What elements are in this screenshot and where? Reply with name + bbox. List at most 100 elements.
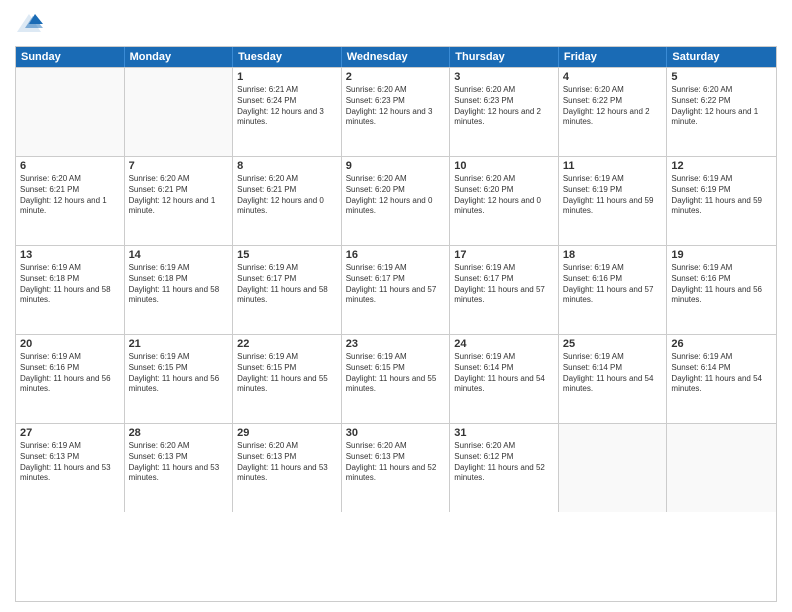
day-number: 30	[346, 427, 446, 439]
cal-cell: 25 Sunrise: 6:19 AMSunset: 6:14 PMDaylig…	[559, 335, 668, 423]
cal-cell	[667, 424, 776, 512]
cal-cell: 30 Sunrise: 6:20 AMSunset: 6:13 PMDaylig…	[342, 424, 451, 512]
cal-cell: 18 Sunrise: 6:19 AMSunset: 6:16 PMDaylig…	[559, 246, 668, 334]
cell-info: Sunrise: 6:21 AMSunset: 6:24 PMDaylight:…	[237, 85, 337, 128]
cal-cell: 16 Sunrise: 6:19 AMSunset: 6:17 PMDaylig…	[342, 246, 451, 334]
day-number: 17	[454, 249, 554, 261]
header-day-tuesday: Tuesday	[233, 47, 342, 67]
header-day-wednesday: Wednesday	[342, 47, 451, 67]
cell-info: Sunrise: 6:20 AMSunset: 6:21 PMDaylight:…	[129, 174, 229, 217]
cell-info: Sunrise: 6:19 AMSunset: 6:15 PMDaylight:…	[346, 352, 446, 395]
cal-cell: 4 Sunrise: 6:20 AMSunset: 6:22 PMDayligh…	[559, 68, 668, 156]
day-number: 25	[563, 338, 663, 350]
cell-info: Sunrise: 6:19 AMSunset: 6:16 PMDaylight:…	[20, 352, 120, 395]
day-number: 22	[237, 338, 337, 350]
cal-cell: 2 Sunrise: 6:20 AMSunset: 6:23 PMDayligh…	[342, 68, 451, 156]
cell-info: Sunrise: 6:19 AMSunset: 6:19 PMDaylight:…	[671, 174, 772, 217]
cell-info: Sunrise: 6:19 AMSunset: 6:15 PMDaylight:…	[129, 352, 229, 395]
cal-cell: 1 Sunrise: 6:21 AMSunset: 6:24 PMDayligh…	[233, 68, 342, 156]
logo	[15, 10, 47, 38]
cal-cell: 7 Sunrise: 6:20 AMSunset: 6:21 PMDayligh…	[125, 157, 234, 245]
cell-info: Sunrise: 6:19 AMSunset: 6:17 PMDaylight:…	[454, 263, 554, 306]
cell-info: Sunrise: 6:20 AMSunset: 6:12 PMDaylight:…	[454, 441, 554, 484]
cal-cell: 14 Sunrise: 6:19 AMSunset: 6:18 PMDaylig…	[125, 246, 234, 334]
cell-info: Sunrise: 6:19 AMSunset: 6:19 PMDaylight:…	[563, 174, 663, 217]
cal-cell: 21 Sunrise: 6:19 AMSunset: 6:15 PMDaylig…	[125, 335, 234, 423]
header-day-saturday: Saturday	[667, 47, 776, 67]
cal-week-4: 20 Sunrise: 6:19 AMSunset: 6:16 PMDaylig…	[16, 334, 776, 423]
cell-info: Sunrise: 6:19 AMSunset: 6:18 PMDaylight:…	[20, 263, 120, 306]
calendar-header: SundayMondayTuesdayWednesdayThursdayFrid…	[16, 47, 776, 67]
cell-info: Sunrise: 6:20 AMSunset: 6:22 PMDaylight:…	[671, 85, 772, 128]
cal-cell: 9 Sunrise: 6:20 AMSunset: 6:20 PMDayligh…	[342, 157, 451, 245]
day-number: 18	[563, 249, 663, 261]
cal-week-2: 6 Sunrise: 6:20 AMSunset: 6:21 PMDayligh…	[16, 156, 776, 245]
cell-info: Sunrise: 6:19 AMSunset: 6:13 PMDaylight:…	[20, 441, 120, 484]
cal-cell: 29 Sunrise: 6:20 AMSunset: 6:13 PMDaylig…	[233, 424, 342, 512]
cal-cell: 3 Sunrise: 6:20 AMSunset: 6:23 PMDayligh…	[450, 68, 559, 156]
cal-cell: 6 Sunrise: 6:20 AMSunset: 6:21 PMDayligh…	[16, 157, 125, 245]
header-day-monday: Monday	[125, 47, 234, 67]
calendar-body: 1 Sunrise: 6:21 AMSunset: 6:24 PMDayligh…	[16, 67, 776, 512]
day-number: 4	[563, 71, 663, 83]
cell-info: Sunrise: 6:19 AMSunset: 6:17 PMDaylight:…	[237, 263, 337, 306]
day-number: 10	[454, 160, 554, 172]
cell-info: Sunrise: 6:20 AMSunset: 6:13 PMDaylight:…	[129, 441, 229, 484]
day-number: 2	[346, 71, 446, 83]
day-number: 8	[237, 160, 337, 172]
cell-info: Sunrise: 6:20 AMSunset: 6:23 PMDaylight:…	[454, 85, 554, 128]
cell-info: Sunrise: 6:20 AMSunset: 6:20 PMDaylight:…	[346, 174, 446, 217]
header-day-sunday: Sunday	[16, 47, 125, 67]
day-number: 7	[129, 160, 229, 172]
header-day-thursday: Thursday	[450, 47, 559, 67]
cell-info: Sunrise: 6:19 AMSunset: 6:15 PMDaylight:…	[237, 352, 337, 395]
day-number: 1	[237, 71, 337, 83]
cell-info: Sunrise: 6:19 AMSunset: 6:14 PMDaylight:…	[563, 352, 663, 395]
cal-week-5: 27 Sunrise: 6:19 AMSunset: 6:13 PMDaylig…	[16, 423, 776, 512]
page: SundayMondayTuesdayWednesdayThursdayFrid…	[0, 0, 792, 612]
cal-cell: 19 Sunrise: 6:19 AMSunset: 6:16 PMDaylig…	[667, 246, 776, 334]
cell-info: Sunrise: 6:20 AMSunset: 6:20 PMDaylight:…	[454, 174, 554, 217]
cell-info: Sunrise: 6:19 AMSunset: 6:14 PMDaylight:…	[454, 352, 554, 395]
cell-info: Sunrise: 6:19 AMSunset: 6:17 PMDaylight:…	[346, 263, 446, 306]
day-number: 23	[346, 338, 446, 350]
cal-cell: 22 Sunrise: 6:19 AMSunset: 6:15 PMDaylig…	[233, 335, 342, 423]
day-number: 28	[129, 427, 229, 439]
day-number: 14	[129, 249, 229, 261]
header	[15, 10, 777, 38]
cal-cell: 20 Sunrise: 6:19 AMSunset: 6:16 PMDaylig…	[16, 335, 125, 423]
cal-week-3: 13 Sunrise: 6:19 AMSunset: 6:18 PMDaylig…	[16, 245, 776, 334]
cal-cell: 24 Sunrise: 6:19 AMSunset: 6:14 PMDaylig…	[450, 335, 559, 423]
day-number: 20	[20, 338, 120, 350]
cal-cell: 23 Sunrise: 6:19 AMSunset: 6:15 PMDaylig…	[342, 335, 451, 423]
cal-cell: 15 Sunrise: 6:19 AMSunset: 6:17 PMDaylig…	[233, 246, 342, 334]
cal-cell	[559, 424, 668, 512]
day-number: 24	[454, 338, 554, 350]
day-number: 6	[20, 160, 120, 172]
cell-info: Sunrise: 6:20 AMSunset: 6:23 PMDaylight:…	[346, 85, 446, 128]
day-number: 31	[454, 427, 554, 439]
cell-info: Sunrise: 6:20 AMSunset: 6:21 PMDaylight:…	[20, 174, 120, 217]
calendar: SundayMondayTuesdayWednesdayThursdayFrid…	[15, 46, 777, 602]
cal-week-1: 1 Sunrise: 6:21 AMSunset: 6:24 PMDayligh…	[16, 67, 776, 156]
day-number: 13	[20, 249, 120, 261]
day-number: 9	[346, 160, 446, 172]
cal-cell: 12 Sunrise: 6:19 AMSunset: 6:19 PMDaylig…	[667, 157, 776, 245]
cell-info: Sunrise: 6:19 AMSunset: 6:16 PMDaylight:…	[563, 263, 663, 306]
day-number: 5	[671, 71, 772, 83]
cell-info: Sunrise: 6:20 AMSunset: 6:13 PMDaylight:…	[346, 441, 446, 484]
cal-cell: 10 Sunrise: 6:20 AMSunset: 6:20 PMDaylig…	[450, 157, 559, 245]
day-number: 15	[237, 249, 337, 261]
day-number: 3	[454, 71, 554, 83]
day-number: 11	[563, 160, 663, 172]
cal-cell: 5 Sunrise: 6:20 AMSunset: 6:22 PMDayligh…	[667, 68, 776, 156]
cal-cell: 13 Sunrise: 6:19 AMSunset: 6:18 PMDaylig…	[16, 246, 125, 334]
cal-cell: 31 Sunrise: 6:20 AMSunset: 6:12 PMDaylig…	[450, 424, 559, 512]
cal-cell	[125, 68, 234, 156]
cell-info: Sunrise: 6:20 AMSunset: 6:13 PMDaylight:…	[237, 441, 337, 484]
day-number: 19	[671, 249, 772, 261]
cal-cell: 11 Sunrise: 6:19 AMSunset: 6:19 PMDaylig…	[559, 157, 668, 245]
cell-info: Sunrise: 6:19 AMSunset: 6:14 PMDaylight:…	[671, 352, 772, 395]
day-number: 21	[129, 338, 229, 350]
day-number: 16	[346, 249, 446, 261]
